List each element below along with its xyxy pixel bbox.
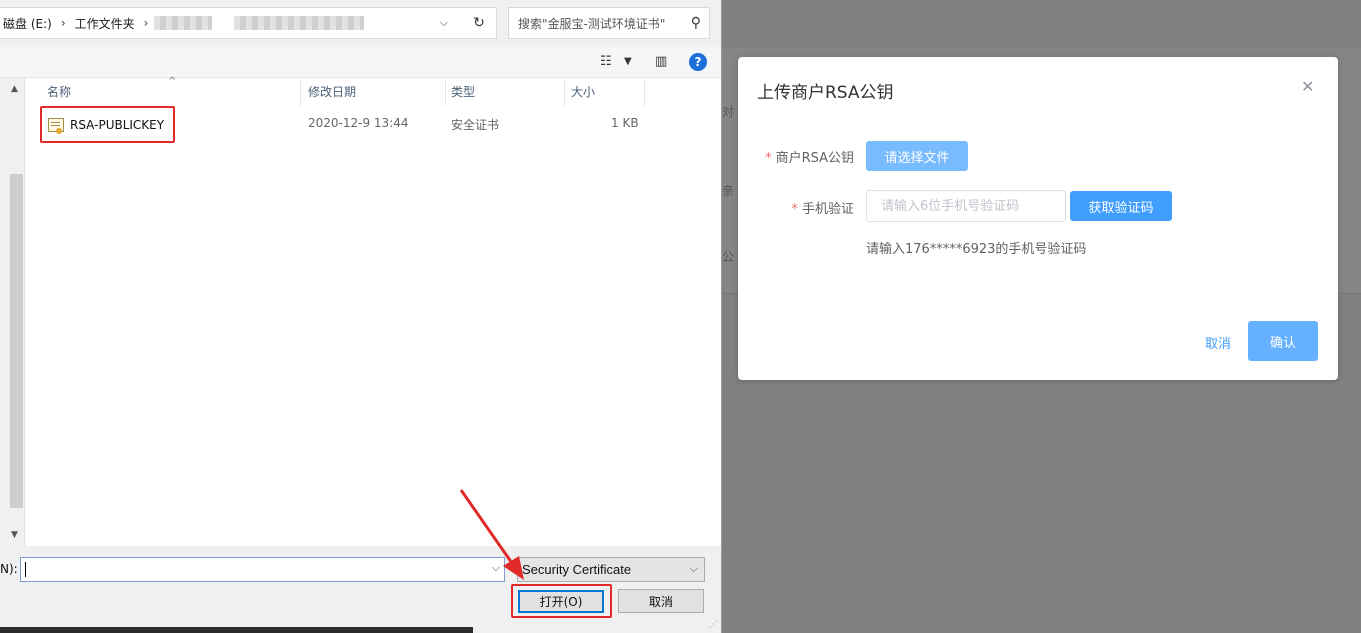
dialog-toolbar: ☷ ▼ ▥ xyxy=(0,47,721,78)
open-button[interactable]: 打开(O) xyxy=(518,590,604,613)
cancel-button[interactable]: 取消 xyxy=(1205,333,1231,352)
breadcrumb-folder[interactable]: 工作文件夹 xyxy=(72,15,138,32)
file-type-select[interactable]: Security Certificate ⌵ xyxy=(517,557,705,582)
sms-code-input[interactable] xyxy=(866,190,1066,222)
search-icon: ⚲ xyxy=(690,15,701,31)
chevron-right-icon[interactable]: › xyxy=(138,16,155,30)
file-name[interactable]: RSA-PUBLICKEY xyxy=(70,118,164,132)
choose-file-button[interactable]: 请选择文件 xyxy=(866,141,968,171)
view-options-icon[interactable]: ☷ xyxy=(600,54,612,69)
filename-label: N): xyxy=(0,562,18,576)
rsa-key-label-text: 商户RSA公钥 xyxy=(775,151,854,166)
phone-verify-label: * 手机验证 xyxy=(760,198,854,217)
file-size: 1 KB xyxy=(611,116,639,130)
text-caret xyxy=(25,562,26,577)
file-name-highlight[interactable]: RSA-PUBLICKEY xyxy=(40,106,175,143)
get-code-button[interactable]: 获取验证码 xyxy=(1070,191,1172,221)
chevron-down-icon[interactable]: ⌵ xyxy=(690,558,698,581)
column-size[interactable]: 大小 xyxy=(565,80,645,106)
refresh-icon[interactable]: ↻ xyxy=(463,7,495,39)
search-placeholder: 搜索"金服宝-测试环境证书" xyxy=(518,16,666,31)
filename-input[interactable]: ⌵ xyxy=(20,557,505,582)
sms-hint: 请输入176*****6923的手机号验证码 xyxy=(866,242,1087,257)
file-open-dialog: 磁盘 (E:) › 工作文件夹 › ⌵ ↻ 搜索"金服宝-测试环境证书" ⚲ ☷… xyxy=(0,0,722,633)
close-icon[interactable]: ✕ xyxy=(1301,77,1314,96)
open-button-highlight: 打开(O) xyxy=(511,584,612,618)
file-type: 安全证书 xyxy=(451,118,500,132)
rsa-key-label: * 商户RSA公钥 xyxy=(760,147,854,166)
file-modified: 2020-12-9 13:44 xyxy=(308,116,409,130)
address-bar[interactable]: 磁盘 (E:) › 工作文件夹 › ⌵ xyxy=(0,7,497,39)
breadcrumb-drive[interactable]: 磁盘 (E:) xyxy=(0,15,55,32)
column-modified[interactable]: 修改日期 xyxy=(302,80,446,106)
file-type-value: Security Certificate xyxy=(522,562,632,577)
search-input[interactable]: 搜索"金服宝-测试环境证书" ⚲ xyxy=(508,7,710,39)
blurred-breadcrumb xyxy=(154,16,213,30)
background-text-fragment: 对 xyxy=(722,105,735,119)
help-icon[interactable]: ? xyxy=(689,53,707,71)
confirm-button[interactable]: 确认 xyxy=(1248,321,1318,361)
preview-pane-icon[interactable]: ▥ xyxy=(655,54,667,69)
modal-title: 上传商户RSA公钥 xyxy=(757,83,894,103)
background-text-fragment: 公 xyxy=(722,250,735,264)
file-list xyxy=(25,78,721,546)
column-header-row: ^ 名称 修改日期 类型 大小 xyxy=(25,76,645,106)
column-type[interactable]: 类型 xyxy=(445,80,565,106)
vertical-scrollbar[interactable]: ▲ ▼ xyxy=(8,78,25,546)
chevron-down-icon[interactable]: ▼ xyxy=(624,56,632,67)
chevron-down-icon[interactable]: ⌵ xyxy=(440,16,448,30)
file-row[interactable]: RSA-PUBLICKEY 2020-12-9 13:44 安全证书 1 KB xyxy=(40,106,660,143)
resize-grip-icon[interactable]: ⋰ xyxy=(709,620,718,630)
column-name[interactable]: 名称 xyxy=(41,80,301,106)
certificate-icon xyxy=(48,117,64,134)
chevron-down-icon[interactable]: ⌵ xyxy=(492,561,500,575)
required-asterisk: * xyxy=(791,202,798,217)
scroll-down-icon[interactable]: ▼ xyxy=(11,530,18,540)
blurred-breadcrumb xyxy=(234,16,365,30)
scrollbar-thumb[interactable] xyxy=(10,174,23,508)
upload-rsa-modal: 上传商户RSA公钥 ✕ *商户RSA公钥 请选择文件 *手机验证 获取验证码 请… xyxy=(738,57,1338,380)
taskbar-strip xyxy=(0,627,473,633)
scroll-up-icon[interactable]: ▲ xyxy=(11,84,18,94)
dialog-cancel-button[interactable]: 取消 xyxy=(618,589,704,613)
phone-verify-label-text: 手机验证 xyxy=(801,202,854,217)
background-text-fragment: 亲 xyxy=(722,184,735,198)
chevron-right-icon[interactable]: › xyxy=(55,16,72,30)
required-asterisk: * xyxy=(765,151,772,166)
